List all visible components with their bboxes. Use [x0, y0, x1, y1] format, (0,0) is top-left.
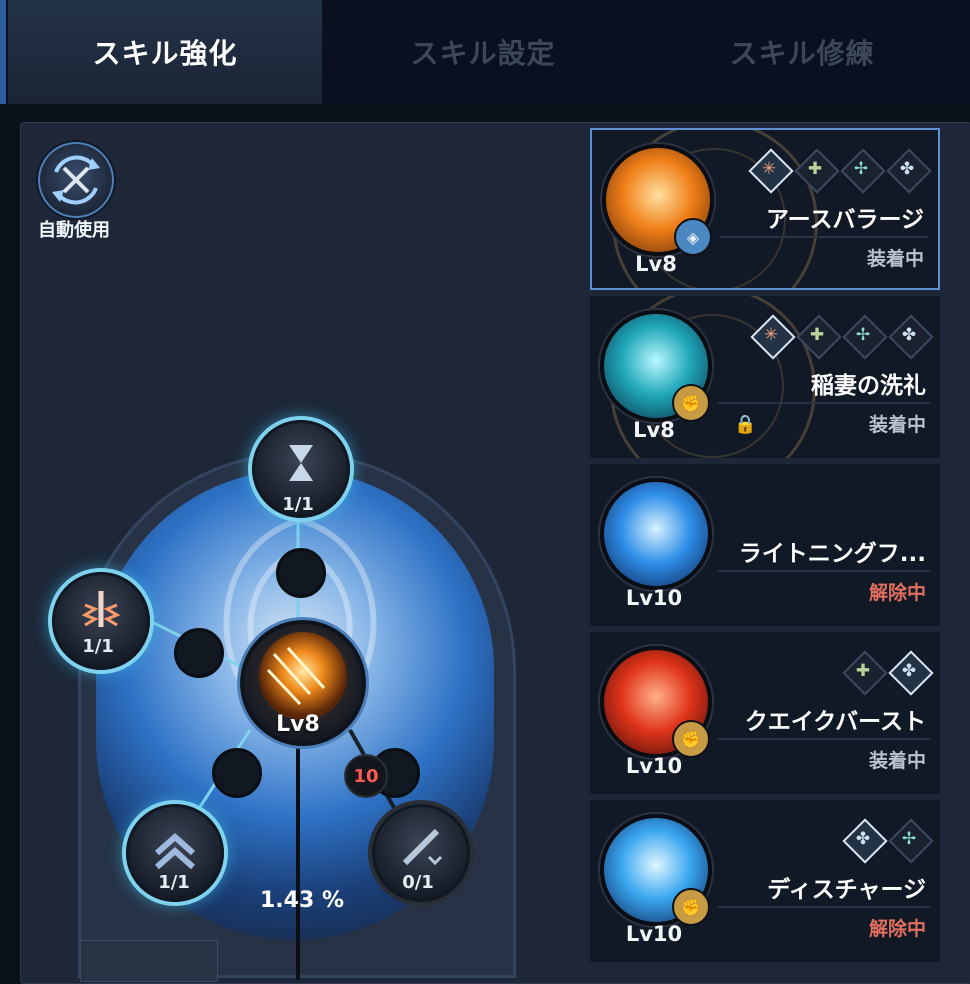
skill-level: Lv8 — [633, 418, 675, 442]
skill-card-earth-barrage[interactable]: ◈ ✳ ✚ ✢ ✤ アースバラージ Lv8 装着中 — [590, 128, 940, 290]
skill-card-quake-burst[interactable]: ✊ ✚ ✤ クエイクバースト Lv10 装着中 — [590, 632, 940, 794]
arrows-icon: ✢ — [888, 818, 934, 864]
skill-traits: ✚ ✤ — [842, 650, 934, 696]
skill-card-lightning[interactable]: ライトニングフ... Lv10 解除中 — [590, 464, 940, 626]
skill-level: Lv10 — [625, 754, 683, 778]
card-divider — [718, 906, 930, 908]
flower-icon: ✤ — [842, 818, 888, 864]
upgrade-count-badge: 10 — [344, 754, 388, 798]
dagger-icon: ✚ — [794, 148, 840, 194]
skill-card-discharge[interactable]: ✊ ✤ ✢ ディスチャージ Lv10 解除中 — [590, 800, 940, 962]
skill-status: 装着中 — [868, 750, 926, 772]
tree-junction — [212, 748, 262, 798]
main-skill-level: Lv8 — [276, 712, 320, 737]
flower-icon: ✤ — [888, 650, 934, 696]
bottom-tab-button[interactable] — [80, 940, 218, 982]
card-divider — [718, 570, 930, 572]
card-divider — [718, 402, 930, 404]
skill-traits: ✳ ✚ ✢ ✤ — [748, 148, 932, 194]
skill-status: 装着中 — [868, 414, 926, 436]
skill-name: クエイクバースト — [744, 709, 926, 735]
node-count: 0/1 — [402, 872, 434, 893]
card-divider — [718, 738, 930, 740]
success-rate: 1.43 % — [260, 888, 344, 913]
skill-status: 装着中 — [866, 248, 924, 270]
flower-icon: ✤ — [886, 148, 932, 194]
tree-stem — [296, 740, 300, 980]
card-divider — [720, 236, 928, 238]
skill-status: 解除中 — [868, 582, 926, 604]
node-count: 1/1 — [158, 872, 190, 893]
tree-junction — [276, 548, 326, 598]
skill-name: 稲妻の洗礼 — [811, 373, 926, 399]
skill-name: アースバラージ — [765, 207, 924, 233]
spark-icon: ✳ — [748, 148, 794, 194]
lock-icon: 🔒 — [734, 414, 757, 435]
skill-name: ライトニングフ... — [738, 541, 926, 567]
spark-icon: ✳ — [750, 314, 796, 360]
skill-level: Lv10 — [625, 922, 683, 946]
skill-level: Lv8 — [635, 252, 677, 276]
tree-junction — [174, 628, 224, 678]
skill-status: 解除中 — [868, 918, 926, 940]
skill-traits: ✤ ✢ — [842, 818, 934, 864]
arrows-icon: ✢ — [840, 148, 886, 194]
arrows-icon: ✢ — [842, 314, 888, 360]
node-count: 1/1 — [282, 494, 314, 515]
node-count: 1/1 — [82, 636, 114, 657]
skill-level: Lv10 — [625, 586, 683, 610]
dagger-icon: ✚ — [796, 314, 842, 360]
flower-icon: ✤ — [888, 314, 934, 360]
skill-traits: ✳ ✚ ✢ ✤ — [750, 314, 934, 360]
skill-card-lightning-baptism[interactable]: ✊ ✳ ✚ ✢ ✤ 稲妻の洗礼 🔒 Lv8 装着中 — [590, 296, 940, 458]
skill-name: ディスチャージ — [767, 877, 926, 903]
dagger-icon: ✚ — [842, 650, 888, 696]
